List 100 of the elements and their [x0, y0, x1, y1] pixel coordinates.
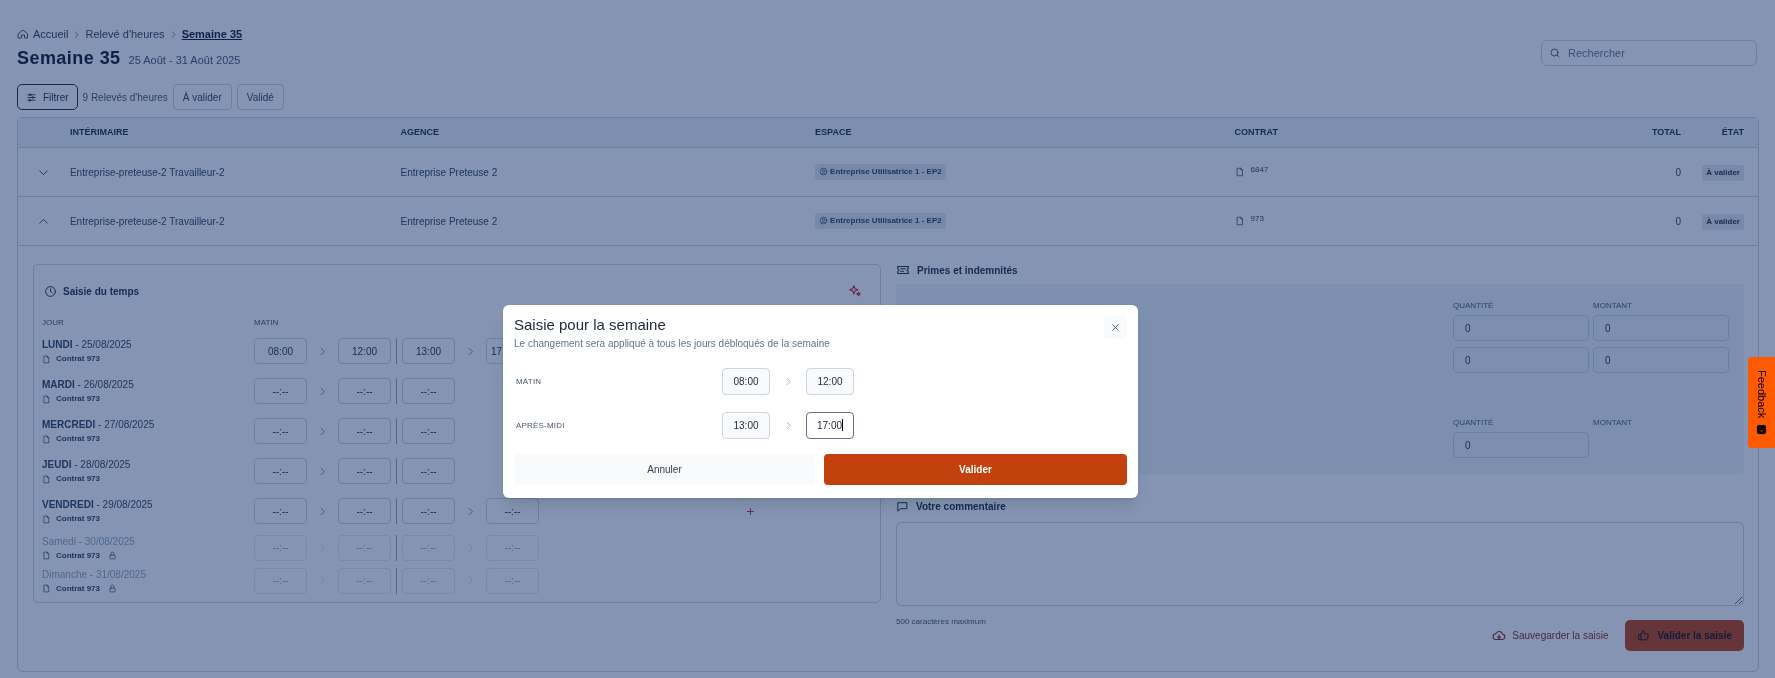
time-input[interactable]: --:-- [338, 378, 391, 404]
time-input[interactable]: --:-- [402, 378, 455, 404]
column-header: JOUR [42, 318, 64, 327]
breadcrumb-link[interactable]: Semaine 35 [181, 25, 243, 43]
clock-icon [44, 284, 57, 298]
search-icon [1549, 46, 1561, 59]
number-input[interactable]: 0 [1453, 315, 1589, 341]
day-label: LUNDI - 25/08/2025 [42, 339, 132, 350]
chevron-right-icon [465, 505, 476, 517]
document-icon [42, 354, 51, 364]
breadcrumb-link[interactable]: Relevé d'heures [85, 25, 165, 43]
cancel-button[interactable]: Annuler [514, 454, 815, 485]
time-input[interactable]: --:-- [254, 458, 307, 484]
number-input[interactable]: 0 [1453, 432, 1589, 458]
save-button[interactable]: Sauvegarder la saisie [1492, 620, 1609, 651]
record-count: 9 Relevés d'heures [82, 90, 168, 105]
cloud-download-icon [1492, 628, 1507, 643]
time-input[interactable]: --:-- [402, 498, 455, 524]
document-icon [1234, 167, 1245, 177]
time-input[interactable]: 12:00 [338, 338, 391, 364]
time-input[interactable]: 17:00 [806, 411, 854, 439]
time-input[interactable]: --:-- [338, 498, 391, 524]
chat-bubble-icon [896, 499, 909, 513]
sparkle-button[interactable] [848, 284, 862, 298]
contract-label: Contrat 973 [56, 473, 100, 485]
search-field[interactable]: Rechercher [1541, 39, 1757, 66]
document-icon [42, 474, 51, 484]
contract-label: Contrat 973 [56, 582, 100, 595]
number-input[interactable]: 0 [1593, 347, 1729, 373]
time-input[interactable]: --:-- [338, 418, 391, 444]
confirm-button[interactable]: Valider [824, 454, 1127, 485]
document-icon [42, 394, 51, 404]
column-header: MATIN [254, 317, 279, 329]
modal-title: Saisie pour la semaine [514, 315, 667, 335]
sparkle-icon [848, 284, 862, 298]
day-label: VENDREDI - 29/08/2025 [42, 499, 153, 510]
column-header: ÉTAT [1721, 126, 1744, 137]
time-input[interactable]: 08:00 [722, 367, 770, 395]
character-limit-hint: 500 caractères maximum [896, 617, 986, 626]
table-cell: Entreprise-preteuse-2 Travailleur-2 [69, 215, 225, 227]
column-header: TOTAL [1651, 126, 1682, 137]
row-label: MATIN [516, 377, 542, 386]
number-input[interactable]: 0 [1593, 315, 1729, 341]
time-input[interactable]: --:-- [338, 458, 391, 484]
section-title: Primes et indemnités [917, 263, 1018, 278]
contract-label: Contrat 973 [56, 393, 100, 405]
status-filter-button[interactable]: Validé [236, 84, 284, 110]
contract-label: Contrat 973 [56, 549, 100, 562]
time-input[interactable]: --:-- [254, 378, 307, 404]
time-input[interactable]: --:-- [402, 458, 455, 484]
column-header: QUANTITÉ [1453, 418, 1494, 427]
column-header: ESPACE [815, 126, 852, 137]
time-input[interactable]: 08:00 [254, 338, 307, 364]
day-label: MARDI - 26/08/2025 [42, 379, 134, 390]
time-input[interactable]: 13:00 [402, 338, 455, 364]
modal-subtitle: Le changement sera appliqué à tous les jours débloqués de la semaine [514, 337, 830, 351]
table-cell: Entreprise-preteuse-2 Travailleur-2 [69, 166, 225, 178]
feedback-tab[interactable]: Feedback [1748, 357, 1775, 448]
day-label: MERCREDI - 27/08/2025 [42, 419, 155, 430]
space-tag: Entreprise Utilisatrice 1 - EP2 [815, 212, 946, 229]
comment-field[interactable] [896, 522, 1744, 606]
close-icon [1110, 321, 1121, 333]
column-header: AGENCE [400, 126, 440, 137]
time-input[interactable]: 13:00 [722, 411, 770, 439]
contract-number: 6847 [1250, 164, 1269, 176]
document-icon [42, 584, 51, 593]
table-cell: 0 [1675, 166, 1682, 178]
document-icon [42, 434, 51, 444]
user-circle-icon [819, 167, 829, 177]
lock-icon [108, 584, 117, 593]
time-input[interactable]: --:-- [254, 418, 307, 444]
status-filter-button[interactable]: À valider [172, 84, 232, 110]
card-title: Saisie du temps [63, 284, 140, 299]
smile-icon [1756, 423, 1767, 435]
document-icon [42, 514, 51, 524]
time-input[interactable]: --:-- [254, 498, 307, 524]
status-badge: À valider [1702, 164, 1744, 181]
column-header: QUANTITÉ [1453, 301, 1494, 310]
add-button[interactable] [745, 505, 756, 517]
space-tag: Entreprise Utilisatrice 1 - EP2 [815, 163, 946, 180]
document-icon [1234, 216, 1245, 226]
user-circle-icon [819, 216, 829, 226]
contract-label: Contrat 973 [56, 433, 100, 445]
row-label: APRÈS-MIDI [516, 421, 565, 430]
time-input[interactable]: 12:00 [806, 367, 854, 395]
time-input[interactable]: --:-- [402, 418, 455, 444]
breadcrumb-link[interactable]: Accueil [33, 25, 69, 43]
column-header: MONTANT [1593, 301, 1632, 310]
status-badge: À valider [1702, 213, 1744, 230]
column-header: CONTRAT [1234, 126, 1278, 137]
ticket-icon [896, 263, 910, 277]
contract-number: 973 [1250, 213, 1264, 225]
table-cell: Entreprise Preteuse 2 [400, 215, 498, 227]
close-button[interactable] [1104, 315, 1127, 339]
date-range: 25 Août - 31 Août 2025 [128, 53, 241, 68]
chevron-right-icon [72, 29, 82, 39]
number-input[interactable]: 0 [1453, 347, 1589, 373]
document-icon [42, 551, 51, 560]
filter-button[interactable]: Filtrer [17, 84, 78, 110]
contract-label: Contrat 973 [56, 513, 100, 525]
